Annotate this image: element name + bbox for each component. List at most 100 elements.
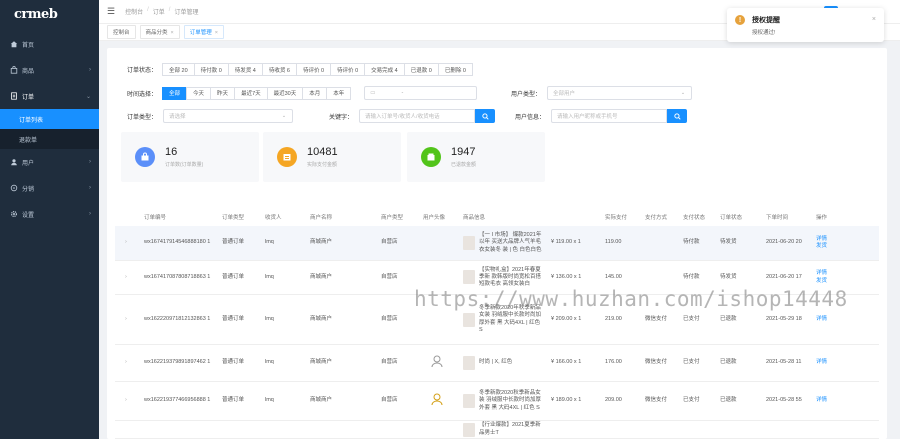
product-title: 时尚 | X, 红色 — [479, 359, 513, 366]
cell-paystat: 待付款 — [683, 273, 700, 280]
detail-link[interactable]: 详情 — [816, 316, 827, 322]
column-header: 支付状态 — [683, 214, 706, 221]
close-icon[interactable]: × — [872, 16, 876, 23]
table-row[interactable]: › wx162219379891897462 1 普通订单 lmq 商城商户 自营店 时尚 … — [115, 345, 879, 382]
stat-value: 16 — [165, 146, 178, 158]
expand-icon[interactable]: › — [115, 397, 144, 404]
user-search-input[interactable]: 请输入用户昵称或手机号 — [551, 109, 668, 123]
time-option[interactable]: 昨天 — [210, 86, 236, 100]
time-option[interactable]: 最近30天 — [266, 86, 304, 100]
status-option[interactable]: 待付款 0 — [193, 63, 229, 76]
close-icon[interactable]: × — [215, 30, 218, 36]
sidebar-subitem-refund[interactable]: 退款单 — [0, 129, 99, 149]
row-actions: 详情 — [816, 316, 836, 323]
sidebar: crmeb 首页 商品 › 订单 ⌄ 订单列表 退款单 用户 › 分销 › 设置… — [0, 0, 99, 439]
chevron-down-icon: ⌄ — [85, 93, 91, 100]
cell-type: 普通订单 — [222, 239, 245, 246]
ship-link[interactable]: 发货 — [816, 243, 827, 249]
user-search-button[interactable] — [667, 109, 688, 123]
time-filter-label: 时间选择： — [127, 91, 158, 98]
time-option[interactable]: 今天 — [186, 86, 212, 100]
cell-mtype: 自营店 — [381, 315, 398, 322]
settings-icon — [11, 211, 17, 217]
status-option[interactable]: 待评价 0 — [295, 63, 332, 76]
time-option[interactable]: 本年 — [326, 86, 352, 100]
detail-link[interactable]: 详情 — [816, 236, 827, 242]
table-row[interactable]: › wx162219377466956888 1 普通订单 lmq 商城商户 自营店 冬季新… — [115, 382, 879, 421]
chevron-down-icon: ⌄ — [680, 90, 686, 96]
detail-link[interactable]: 详情 — [816, 359, 827, 365]
tag-order-manage[interactable]: 订单管理 × — [183, 25, 224, 39]
product-info: 【实物礼盒】2021年春夏季新 款韩版时尚宽松百搭短款毛衣 高领女装白 ¥ 136… — [463, 267, 605, 288]
cell-merchant: 商城商户 — [310, 273, 333, 280]
status-option[interactable]: 待评价 0 — [330, 63, 366, 76]
ship-link[interactable]: 发货 — [816, 278, 827, 284]
user-type-placeholder: 全部用户 — [553, 91, 576, 97]
cell-paystat: 已支付 — [683, 397, 700, 404]
date-range-picker[interactable]: ▭ - — [364, 86, 478, 100]
expand-icon[interactable]: › — [115, 359, 144, 366]
search-row: 订单类型： 请选择 ⌄ — [127, 109, 294, 123]
keyword-input[interactable]: 请输入订单号/收货人/收货电话 — [359, 109, 476, 123]
cell-type: 普通订单 — [222, 397, 245, 404]
cell-name: lmq — [265, 239, 274, 246]
chevron-right-icon: › — [89, 211, 91, 217]
status-option[interactable]: 已删除 0 — [437, 63, 473, 76]
product-title: 【一 I 市场】 爆款2021年以年 买送大品牌人气羊毛衣女装冬 装 | 色 白… — [479, 232, 542, 253]
status-option[interactable]: 待收货 6 — [261, 63, 297, 76]
detail-link[interactable]: 详情 — [816, 270, 827, 276]
stat-card-amount: 10481 实际支付金额 — [263, 132, 401, 182]
cell-status: 已退款 — [720, 397, 737, 404]
sidebar-subitem-order-list[interactable]: 订单列表 — [0, 109, 99, 129]
keyword-search-button[interactable] — [475, 109, 496, 123]
chevron-down-icon: ⌄ — [281, 113, 287, 119]
breadcrumb-item[interactable]: 控制台 — [125, 7, 143, 16]
status-option[interactable]: 已退款 0 — [403, 63, 439, 76]
status-option[interactable]: 待发货 4 — [227, 63, 263, 76]
status-option[interactable]: 交易完成 4 — [364, 63, 405, 76]
time-option[interactable]: 最近7天 — [234, 86, 268, 100]
stat-value: 10481 — [307, 146, 338, 158]
time-option[interactable]: 全部 — [162, 86, 188, 100]
cell-merchant: 商城商户 — [310, 359, 333, 366]
cell-name: lmq — [265, 273, 274, 280]
notification: ! 授权提醒 授权通过! × — [727, 8, 884, 42]
logo: crmeb — [14, 6, 58, 22]
sidebar-item-user[interactable]: 用户 › — [0, 149, 99, 175]
table-row[interactable]: › wx167417914546888180 1 普通订单 lmq 商城商户 自营店 【一 … — [115, 226, 879, 261]
product-thumbnail — [463, 270, 475, 285]
sidebar-item-settings[interactable]: 设置 › — [0, 201, 99, 227]
sidebar-item-label: 订单 — [22, 94, 35, 101]
table-row[interactable]: 【行业爆款】2021夏季新品男士T — [115, 421, 879, 439]
table-row[interactable]: › wx167417087808718863 1 普通订单 lmq 商城商户 自营店 【实物… — [115, 261, 879, 295]
status-option[interactable]: 全部 20 — [162, 63, 195, 76]
sidebar-item-distribution[interactable]: 分销 › — [0, 175, 99, 201]
tag-goods-category[interactable]: 商品分类 × — [139, 25, 180, 39]
close-icon[interactable]: × — [171, 30, 174, 36]
order-type-placeholder: 请选择 — [169, 114, 186, 120]
chevron-right-icon: › — [89, 159, 91, 165]
expand-icon[interactable]: › — [115, 239, 144, 246]
sidebar-item-goods[interactable]: 商品 › — [0, 57, 99, 83]
menu-toggle-icon[interactable]: ☰ — [107, 6, 115, 17]
cell-mtype: 自营店 — [381, 359, 398, 366]
expand-icon[interactable]: › — [115, 316, 144, 323]
order-type-select[interactable]: 请选择 ⌄ — [163, 109, 294, 123]
tag-dashboard[interactable]: 控制台 — [107, 25, 136, 39]
status-filter-label: 订单状态： — [127, 68, 158, 74]
cell-time: 2021-06-20 20 — [766, 239, 802, 246]
user-type-select[interactable]: 全部用户 ⌄ — [547, 86, 693, 100]
time-option[interactable]: 本月 — [302, 86, 328, 100]
column-header: 收货人 — [265, 214, 282, 221]
chevron-right-icon: › — [89, 185, 91, 191]
detail-link[interactable]: 详情 — [816, 397, 827, 403]
user-search-label: 用户信息： — [515, 114, 546, 121]
expand-icon[interactable]: › — [115, 274, 144, 281]
product-info: 【行业爆款】2021夏季新品男士T — [463, 422, 605, 437]
sidebar-item-home[interactable]: 首页 — [0, 31, 99, 57]
cell-type: 普通订单 — [222, 359, 245, 366]
breadcrumb-item[interactable]: 订单 — [153, 7, 165, 16]
table-row[interactable]: › wx162220971812132863 1 普通订单 lmq 商城商户 自营店 冬季新… — [115, 295, 879, 345]
sidebar-item-order[interactable]: 订单 ⌄ — [0, 83, 99, 109]
time-filter-row: 时间选择： 全部 今天 昨天 最近7天 最近30天 本月 本年 ▭ - — [127, 86, 478, 100]
